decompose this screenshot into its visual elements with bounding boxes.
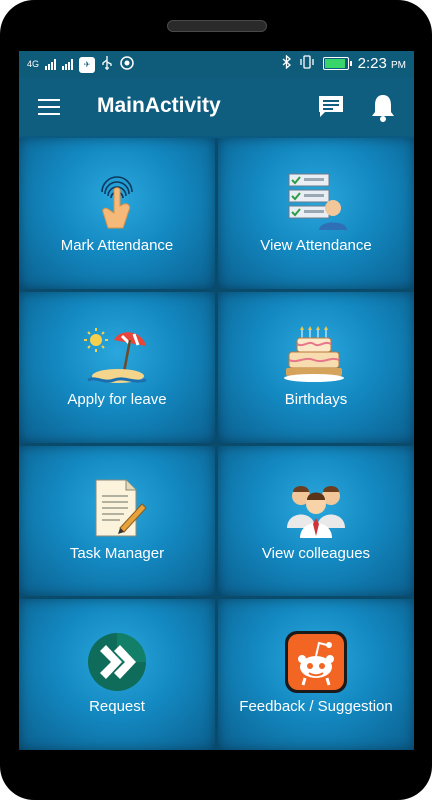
beach-umbrella-icon: [84, 322, 150, 388]
phone-frame: 4G ✈ 2:23 PM MainActivity Mark Attendanc…: [0, 0, 432, 800]
tile-label: Birthdays: [284, 390, 348, 408]
usb-icon: [101, 56, 113, 73]
tile-birthdays[interactable]: Birthdays: [218, 291, 414, 443]
tile-task-manager[interactable]: Task Manager: [19, 445, 215, 597]
clock-time: 2:23: [357, 55, 387, 72]
clock: 2:23 PM: [358, 55, 406, 72]
menu-icon[interactable]: [38, 99, 60, 115]
signal-icon-secondary: [62, 59, 74, 70]
colleagues-group-icon: [283, 476, 349, 542]
birthday-cake-icon: [283, 322, 349, 388]
tile-label: View colleagues: [261, 544, 371, 562]
tile-label: Feedback / Suggestion: [239, 698, 393, 716]
bell-icon[interactable]: [369, 92, 397, 122]
network-type-label: 4G: [27, 59, 40, 69]
tile-request[interactable]: Request: [19, 599, 215, 750]
tile-label: Request: [89, 698, 145, 716]
whatsapp-icon: [119, 56, 135, 73]
page-title: MainActivity: [97, 94, 221, 117]
speaker-grille: [167, 20, 267, 32]
tile-mark-attendance[interactable]: Mark Attendance: [19, 138, 215, 289]
battery-fill: [324, 59, 345, 68]
tile-view-colleagues[interactable]: View colleagues: [218, 445, 414, 597]
document-pen-icon: [84, 476, 150, 542]
chat-icon[interactable]: [317, 94, 345, 118]
app-notification-icon: ✈: [79, 56, 96, 73]
bluetooth-icon: [282, 54, 291, 72]
tile-feedback[interactable]: Feedback / Suggestion: [218, 599, 414, 750]
tile-label: Task Manager: [69, 544, 165, 562]
menu-grid: Mark Attendance View Attendance Apply fo…: [19, 138, 414, 750]
app-bar: MainActivity: [19, 78, 414, 136]
status-bar: 4G ✈ 2:23 PM: [19, 51, 414, 78]
feedback-robot-icon: [283, 629, 349, 695]
tile-view-attendance[interactable]: View Attendance: [218, 138, 414, 289]
fingerprint-touch-icon: [84, 168, 150, 234]
clock-ampm: PM: [391, 60, 406, 71]
battery-icon: [322, 57, 352, 70]
vibrate-icon: [299, 55, 314, 72]
tile-label: View Attendance: [260, 237, 372, 254]
signal-icon: [45, 59, 57, 70]
screen: 4G ✈ 2:23 PM MainActivity Mark Attendanc…: [19, 51, 414, 750]
tile-apply-leave[interactable]: Apply for leave: [19, 291, 215, 443]
tile-label: Apply for leave: [67, 390, 167, 408]
tile-label: Mark Attendance: [60, 237, 174, 254]
checklist-user-icon: [283, 168, 349, 234]
forward-arrow-icon: [84, 629, 150, 695]
